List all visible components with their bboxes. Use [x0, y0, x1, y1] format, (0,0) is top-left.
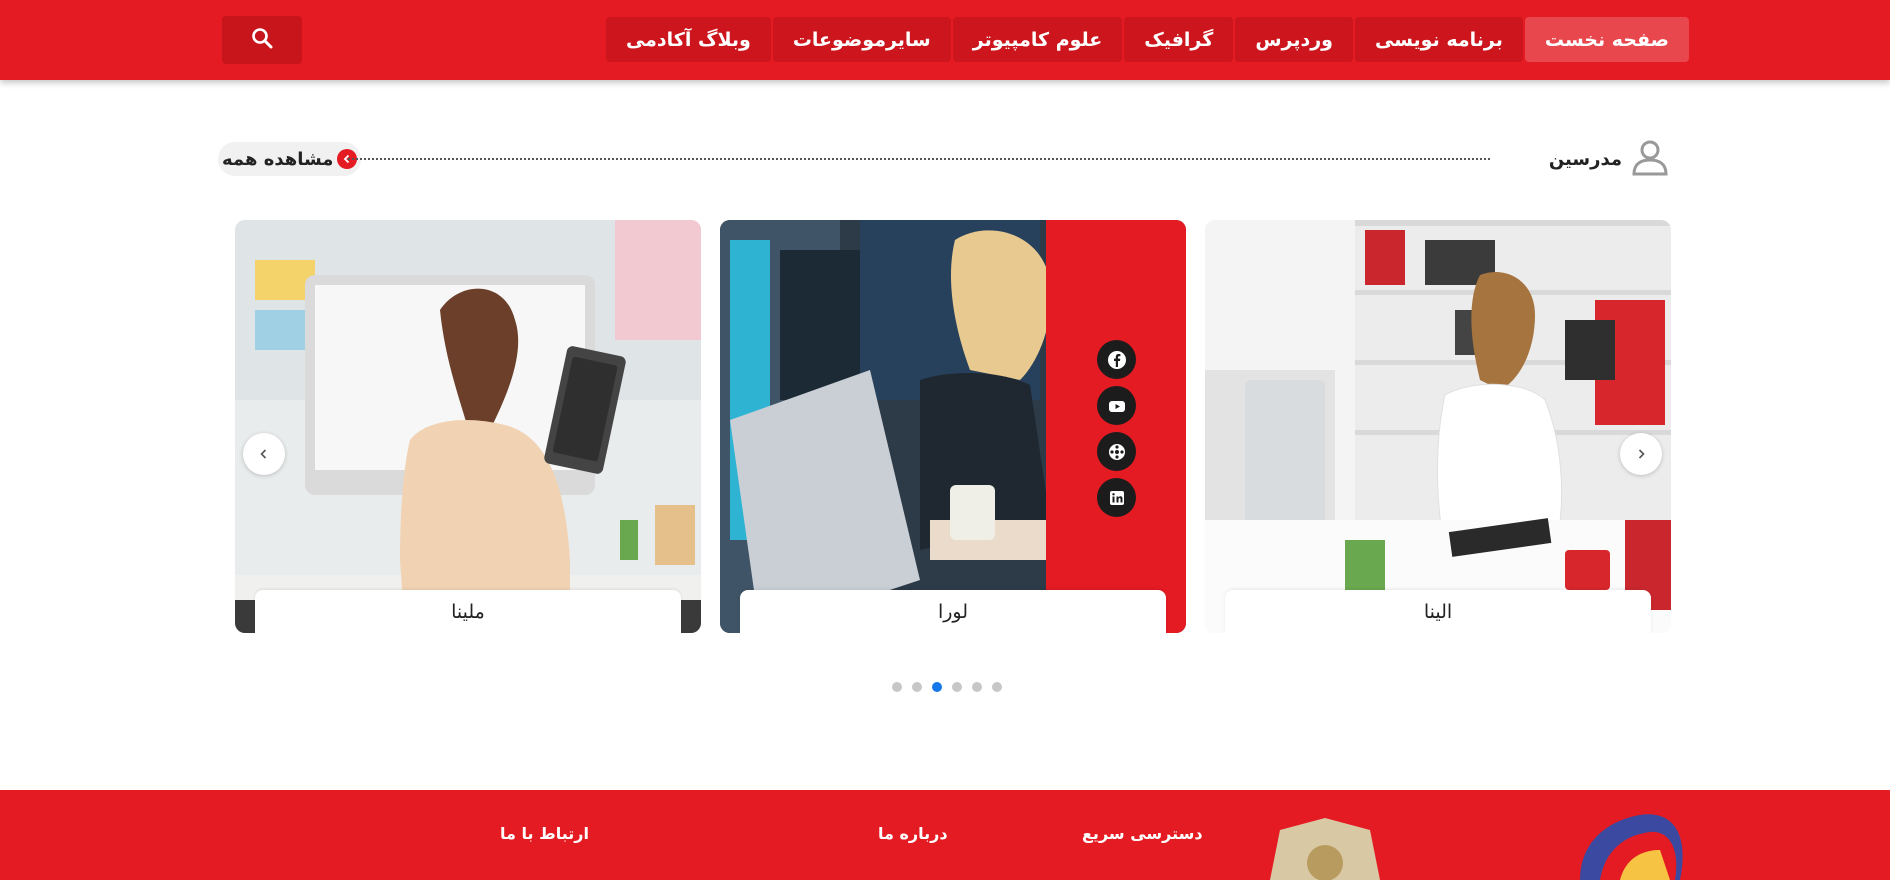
nav-item-wordpress[interactable]: وردپرس: [1235, 17, 1353, 62]
teacher-name: الینا: [1423, 600, 1453, 623]
pagination-dot[interactable]: [892, 682, 902, 692]
teacher-card[interactable]: ملینا: [235, 220, 701, 633]
section-divider: [348, 158, 1490, 160]
view-all-link[interactable]: مشاهده همه: [218, 142, 362, 176]
section-title: مدرسین: [1548, 148, 1622, 170]
footer-heading-quick-access: دسترسی سریع: [1082, 824, 1203, 843]
nav-item-home[interactable]: صفحه نخست: [1524, 17, 1689, 62]
pagination-dot[interactable]: [972, 682, 982, 692]
teacher-name: لورا: [937, 600, 969, 623]
teacher-card[interactable]: الینا: [1205, 220, 1671, 633]
footer-badge: [1270, 818, 1380, 880]
nav-item-programming[interactable]: برنامه نویسی: [1354, 17, 1523, 62]
social-links: [1097, 340, 1136, 517]
pagination-dot[interactable]: [912, 682, 922, 692]
footer-heading-contact: ارتباط با ما: [500, 824, 589, 843]
facebook-icon[interactable]: [1097, 340, 1136, 379]
teacher-name: ملینا: [451, 600, 485, 623]
search-icon: [250, 26, 274, 54]
teacher-card[interactable]: لورا: [720, 220, 1186, 633]
teacher-name-box: لورا: [740, 590, 1166, 633]
view-all-label: مشاهده همه: [222, 148, 334, 170]
main-menu: صفحه نخست برنامه نویسی وردپرس گرافیک علو…: [605, 17, 1689, 62]
pagination-dot[interactable]: [952, 682, 962, 692]
search-button[interactable]: [222, 16, 302, 64]
chevron-right-icon: [1635, 445, 1647, 464]
teacher-name-box: ملینا: [255, 590, 681, 633]
nav-item-graphic[interactable]: گرافیک: [1124, 17, 1234, 62]
section-title-group: مدرسین: [1549, 138, 1670, 180]
linkedin-icon[interactable]: [1097, 478, 1136, 517]
dribbble-icon[interactable]: [1097, 432, 1136, 471]
teachers-section-header: مشاهده همه مدرسین: [218, 138, 1670, 180]
teacher-name-box: الینا: [1225, 590, 1651, 633]
chevron-left-icon: [258, 445, 270, 464]
slider-next-button[interactable]: [1620, 433, 1662, 475]
pagination-dot-active[interactable]: [932, 682, 942, 692]
nav-item-blog[interactable]: وبلاگ آکادمی: [605, 17, 771, 62]
slider-pagination: [892, 682, 1002, 692]
nav-item-other-topics[interactable]: سایرموضوعات: [772, 17, 951, 62]
footer-heading-about: درباره ما: [878, 824, 948, 843]
footer-logo: [1580, 814, 1683, 880]
teacher-photo: [235, 220, 701, 633]
site-footer: دسترسی سریع درباره ما ارتباط با ما: [0, 790, 1890, 880]
teacher-photo: [1205, 220, 1671, 633]
youtube-icon[interactable]: [1097, 386, 1136, 425]
top-navbar: صفحه نخست برنامه نویسی وردپرس گرافیک علو…: [0, 0, 1890, 80]
user-icon: [1630, 137, 1670, 181]
nav-item-computer-science[interactable]: علوم کامپیوتر: [952, 17, 1123, 62]
pagination-dot[interactable]: [992, 682, 1002, 692]
slider-prev-button[interactable]: [243, 433, 285, 475]
